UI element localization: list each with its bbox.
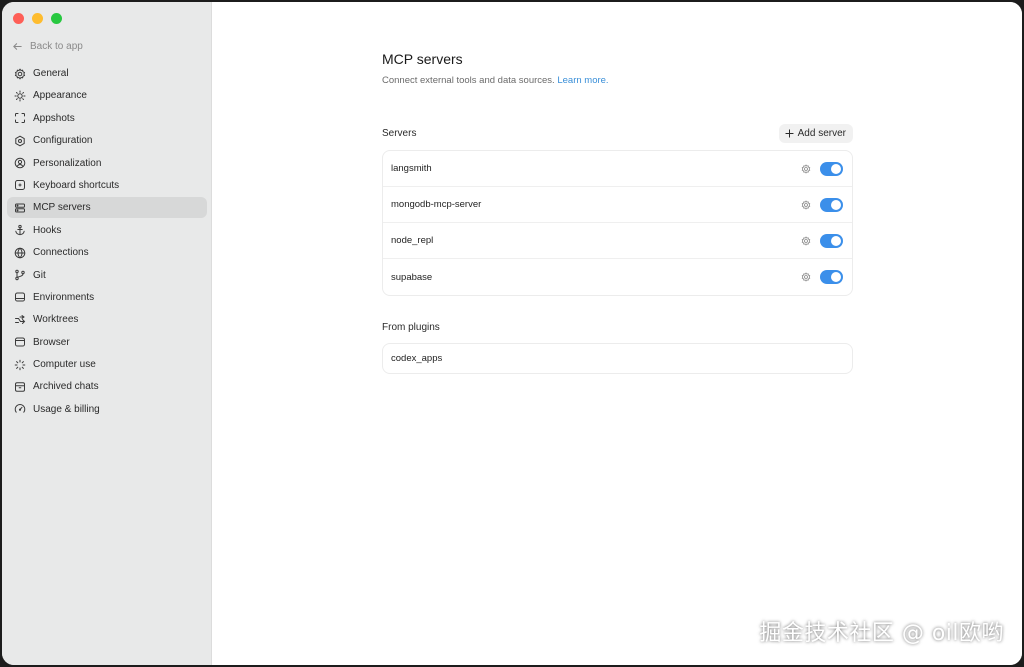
server-settings-gear-icon[interactable] bbox=[801, 199, 811, 210]
main-panel: MCP servers Connect external tools and d… bbox=[212, 2, 1022, 665]
server-controls bbox=[801, 270, 843, 284]
sidebar-item-general[interactable]: General bbox=[7, 63, 207, 84]
settings-window: Back to app General Appearance Appshots … bbox=[2, 2, 1022, 665]
sidebar-item-personalization[interactable]: Personalization bbox=[7, 153, 207, 174]
page-title: MCP servers bbox=[382, 51, 463, 67]
sidebar-item-environments[interactable]: Environments bbox=[7, 287, 207, 308]
server-settings-gear-icon[interactable] bbox=[801, 235, 811, 246]
sidebar-item-connections[interactable]: Connections bbox=[7, 242, 207, 263]
minimize-window-button[interactable] bbox=[32, 13, 43, 24]
sidebar: Back to app General Appearance Appshots … bbox=[2, 2, 212, 665]
sidebar-item-label: MCP servers bbox=[33, 202, 91, 214]
sidebar-item-label: Usage & billing bbox=[33, 403, 100, 415]
keyboard-icon bbox=[15, 180, 25, 191]
sidebar-item-label: Browser bbox=[33, 336, 70, 348]
gauge-icon bbox=[14, 404, 26, 414]
sidebar-item-label: Configuration bbox=[33, 135, 93, 147]
anchor-icon bbox=[15, 225, 25, 236]
server-settings-gear-icon[interactable] bbox=[801, 163, 811, 174]
sidebar-item-browser[interactable]: Browser bbox=[7, 332, 207, 353]
browser-icon bbox=[15, 337, 25, 347]
sidebar-item-label: Hooks bbox=[33, 224, 62, 236]
sidebar-item-mcp-servers[interactable]: MCP servers bbox=[7, 197, 207, 219]
server-row-mongodb-mcp-server: mongodb-mcp-server bbox=[383, 187, 852, 223]
person-icon bbox=[14, 157, 26, 169]
git-branch-icon bbox=[15, 269, 25, 281]
sidebar-item-label: Worktrees bbox=[33, 314, 79, 326]
window-controls bbox=[13, 13, 62, 24]
sidebar-item-hooks[interactable]: Hooks bbox=[7, 220, 207, 241]
plugins-list: codex_apps bbox=[382, 343, 853, 374]
plus-icon bbox=[785, 129, 794, 138]
sidebar-item-label: Personalization bbox=[33, 157, 102, 169]
server-controls bbox=[801, 161, 843, 176]
sparkle-icon bbox=[14, 359, 26, 370]
server-name: supabase bbox=[391, 271, 433, 283]
server-enabled-toggle[interactable] bbox=[820, 197, 843, 212]
page-subtitle: Connect external tools and data sources.… bbox=[382, 74, 853, 87]
server-name: node_repl bbox=[391, 235, 434, 246]
sidebar-item-label: Computer use bbox=[33, 359, 96, 371]
sidebar-item-label: Connections bbox=[33, 247, 89, 259]
server-enabled-toggle[interactable] bbox=[820, 233, 843, 248]
server-row-supabase: supabase bbox=[383, 259, 852, 295]
server-enabled-toggle[interactable] bbox=[820, 161, 843, 176]
sidebar-item-configuration[interactable]: Configuration bbox=[7, 130, 207, 151]
plugin-name: codex_apps bbox=[391, 353, 443, 364]
sidebar-item-appshots[interactable]: Appshots bbox=[7, 108, 207, 129]
server-name: langsmith bbox=[391, 163, 432, 174]
plugins-label: From plugins bbox=[382, 322, 440, 333]
sidebar-item-label: Environments bbox=[33, 291, 95, 303]
sidebar-item-keyboard-shortcuts[interactable]: Keyboard shortcuts bbox=[7, 175, 207, 196]
config-icon bbox=[15, 135, 25, 147]
frame-icon bbox=[15, 113, 25, 124]
plugin-row-codex-apps[interactable]: codex_apps bbox=[383, 344, 852, 373]
sidebar-item-label: Appearance bbox=[33, 90, 87, 102]
add-server-label: Add server bbox=[797, 128, 846, 139]
server-settings-gear-icon[interactable] bbox=[801, 272, 811, 282]
gear-icon bbox=[14, 67, 26, 80]
add-server-button[interactable]: Add server bbox=[778, 124, 853, 143]
sidebar-item-label: Git bbox=[33, 269, 46, 281]
server-controls bbox=[801, 197, 843, 212]
sidebar-item-label: Archived chats bbox=[33, 381, 99, 393]
environment-icon bbox=[15, 292, 25, 302]
back-to-app-link[interactable]: Back to app bbox=[12, 38, 83, 54]
server-icon bbox=[15, 203, 25, 213]
sidebar-item-git[interactable]: Git bbox=[7, 265, 207, 286]
server-controls bbox=[801, 233, 843, 248]
close-window-button[interactable] bbox=[13, 13, 24, 24]
subtitle-text: Connect external tools and data sources. bbox=[382, 75, 555, 86]
servers-section-header: Servers Add server bbox=[382, 124, 853, 143]
mcp-settings-content: MCP servers Connect external tools and d… bbox=[382, 50, 853, 374]
archive-icon bbox=[15, 382, 25, 392]
sidebar-item-worktrees[interactable]: Worktrees bbox=[7, 309, 207, 330]
worktree-icon bbox=[15, 314, 26, 324]
globe-icon bbox=[14, 247, 26, 259]
servers-label: Servers bbox=[382, 128, 417, 139]
settings-nav: General Appearance Appshots Configuratio… bbox=[7, 63, 207, 421]
sidebar-item-computer-use[interactable]: Computer use bbox=[7, 354, 207, 375]
sidebar-item-archived-chats[interactable]: Archived chats bbox=[7, 376, 207, 397]
back-label: Back to app bbox=[30, 40, 83, 52]
server-row-langsmith: langsmith bbox=[383, 151, 852, 187]
sidebar-item-usage-billing[interactable]: Usage & billing bbox=[7, 399, 207, 420]
sidebar-item-appearance[interactable]: Appearance bbox=[7, 85, 207, 106]
server-name: mongodb-mcp-server bbox=[391, 199, 482, 210]
sidebar-item-label: Keyboard shortcuts bbox=[33, 179, 120, 191]
sidebar-item-label: General bbox=[33, 68, 69, 79]
server-enabled-toggle[interactable] bbox=[820, 270, 843, 284]
sidebar-item-label: Appshots bbox=[33, 112, 75, 124]
server-row-node-repl: node_repl bbox=[383, 223, 852, 259]
plugins-section-header: From plugins bbox=[382, 319, 853, 333]
zoom-window-button[interactable] bbox=[51, 13, 62, 24]
watermark: 掘金技术社区 @ oil欧哟 bbox=[759, 621, 1004, 646]
learn-more-link[interactable]: Learn more. bbox=[557, 75, 608, 86]
sun-icon bbox=[14, 90, 26, 102]
servers-list: langsmith mongodb-mcp-server node_repl s… bbox=[382, 150, 853, 296]
arrow-left-icon bbox=[13, 42, 22, 50]
